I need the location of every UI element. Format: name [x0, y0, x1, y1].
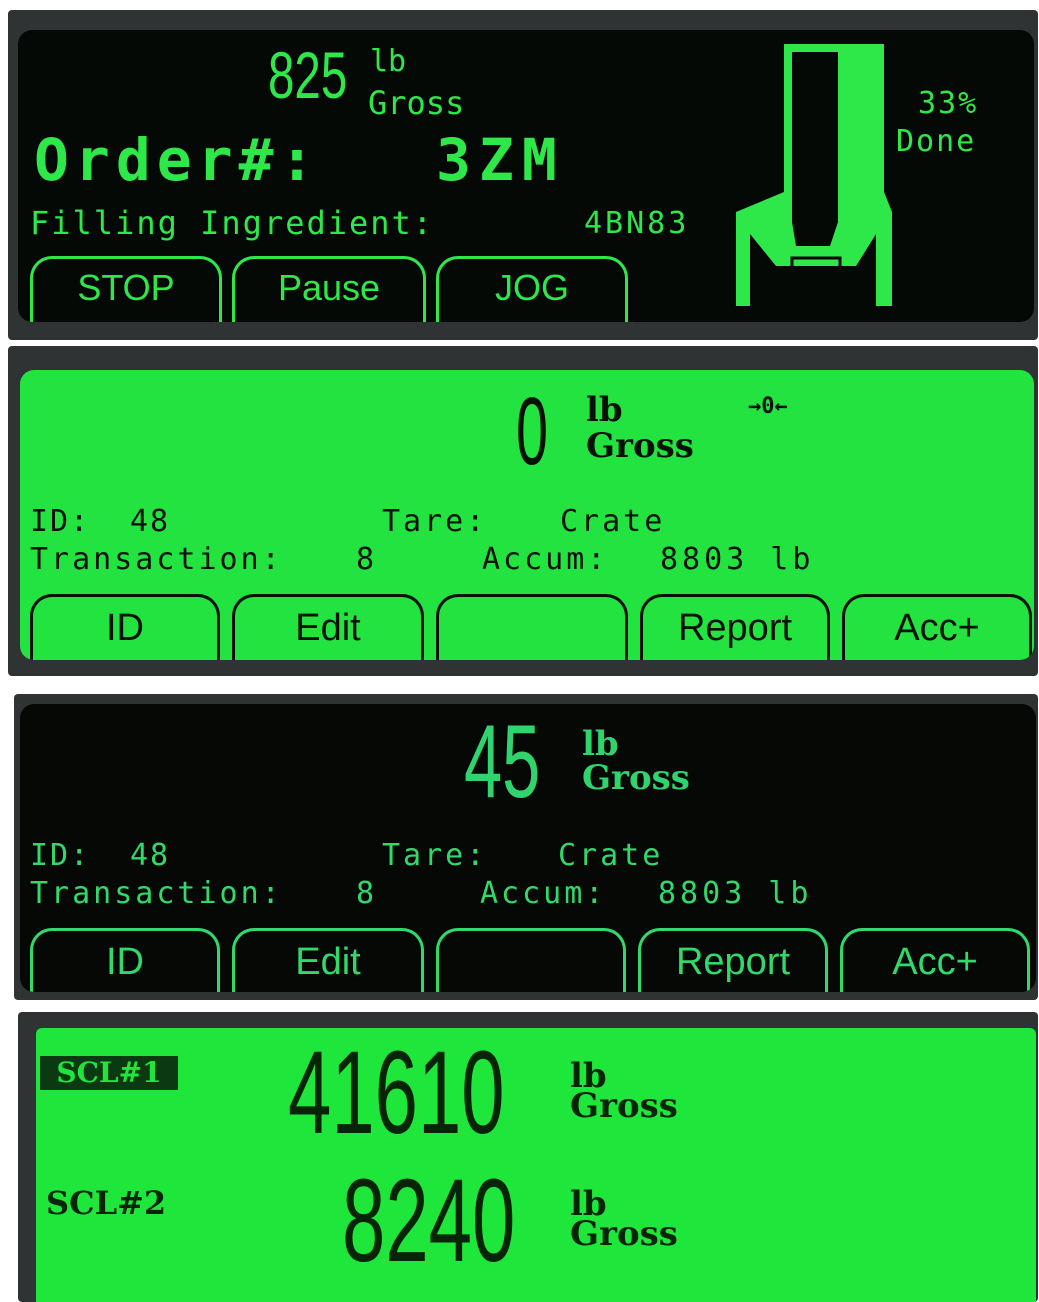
- gross-weight-value: 825: [268, 38, 348, 112]
- id-button[interactable]: ID: [30, 594, 220, 660]
- id-button-label: ID: [106, 607, 144, 649]
- report-button[interactable]: Report: [640, 594, 830, 660]
- acc-plus-button-label: Acc+: [894, 607, 980, 649]
- panel-3-screen: 45 lb Gross ID: 48 Tare: Crate Transacti…: [20, 704, 1036, 992]
- blank-softkey[interactable]: [436, 928, 626, 992]
- order-value: 3ZM: [436, 126, 565, 194]
- acc-plus-button-label: Acc+: [892, 941, 978, 983]
- stop-button[interactable]: STOP: [30, 256, 222, 322]
- transaction-label: Transaction:: [30, 542, 283, 577]
- tare-label: Tare:: [382, 838, 488, 873]
- scale-1-weight-mode: Gross: [570, 1086, 678, 1126]
- center-of-zero-icon: →0←: [748, 394, 788, 419]
- gross-weight-value: 45: [464, 704, 541, 820]
- hopper-fill-icon: [736, 44, 892, 306]
- report-button-label: Report: [675, 941, 791, 983]
- id-label: ID:: [30, 504, 91, 539]
- id-value: 48: [130, 504, 171, 539]
- pause-button[interactable]: Pause: [232, 256, 426, 322]
- tare-value: Crate: [560, 504, 666, 539]
- edit-button-label: Edit: [295, 607, 361, 649]
- tare-label: Tare:: [382, 504, 488, 539]
- accum-value: 8803 lb: [658, 876, 813, 911]
- report-button-label: Report: [677, 607, 793, 649]
- weight-mode: Gross: [586, 426, 694, 466]
- scale-2-weight-value: 8240: [342, 1155, 516, 1287]
- acc-plus-button[interactable]: Acc+: [842, 594, 1032, 660]
- panel-1-screen: 825 lb Gross Order#: 3ZM Filling Ingredi…: [18, 30, 1034, 322]
- acc-plus-button[interactable]: Acc+: [840, 928, 1030, 992]
- weight-unit: lb: [370, 44, 407, 79]
- accum-value: 8803 lb: [660, 542, 815, 577]
- scale-1-weight-value: 41610: [288, 1028, 505, 1159]
- panel-4-screen: SCL#1 41610 lb Gross SCL#2 8240 lb Gross: [36, 1028, 1036, 1302]
- id-label: ID:: [30, 838, 91, 873]
- stop-button-label: STOP: [77, 267, 175, 308]
- id-button[interactable]: ID: [30, 928, 220, 992]
- panel-2-screen: 0 lb Gross →0← ID: 48 Tare: Crate Transa…: [20, 370, 1034, 660]
- id-button-label: ID: [106, 941, 144, 983]
- weight-mode: Gross: [368, 84, 465, 122]
- scale-1-label-text: SCL#1: [56, 1056, 162, 1089]
- scale-2-weight-mode: Gross: [570, 1214, 678, 1254]
- transaction-value: 8: [356, 876, 375, 911]
- jog-button-label: JOG: [494, 267, 569, 308]
- weight-mode: Gross: [582, 758, 690, 798]
- transaction-label: Transaction:: [30, 876, 283, 911]
- report-button[interactable]: Report: [638, 928, 828, 992]
- jog-button[interactable]: JOG: [436, 256, 628, 322]
- tare-value: Crate: [558, 838, 664, 873]
- accum-label: Accum:: [482, 542, 609, 577]
- scale-2-label[interactable]: SCL#2: [46, 1184, 166, 1222]
- ingredient-value: 4BN83: [584, 206, 690, 241]
- scale-1-label[interactable]: SCL#1: [40, 1056, 178, 1090]
- id-value: 48: [130, 838, 171, 873]
- pause-button-label: Pause: [277, 267, 381, 308]
- ingredient-label: Filling Ingredient:: [30, 204, 435, 242]
- gross-weight-value: 0: [516, 378, 549, 485]
- progress-percent: 33%: [918, 86, 979, 121]
- blank-softkey[interactable]: [436, 594, 628, 660]
- edit-button[interactable]: Edit: [232, 928, 424, 992]
- order-label: Order#:: [34, 126, 321, 194]
- edit-button[interactable]: Edit: [232, 594, 424, 660]
- accum-label: Accum:: [480, 876, 607, 911]
- progress-done-label: Done: [896, 124, 977, 159]
- weight-unit: lb: [586, 390, 623, 430]
- transaction-value: 8: [356, 542, 375, 577]
- edit-button-label: Edit: [295, 941, 361, 983]
